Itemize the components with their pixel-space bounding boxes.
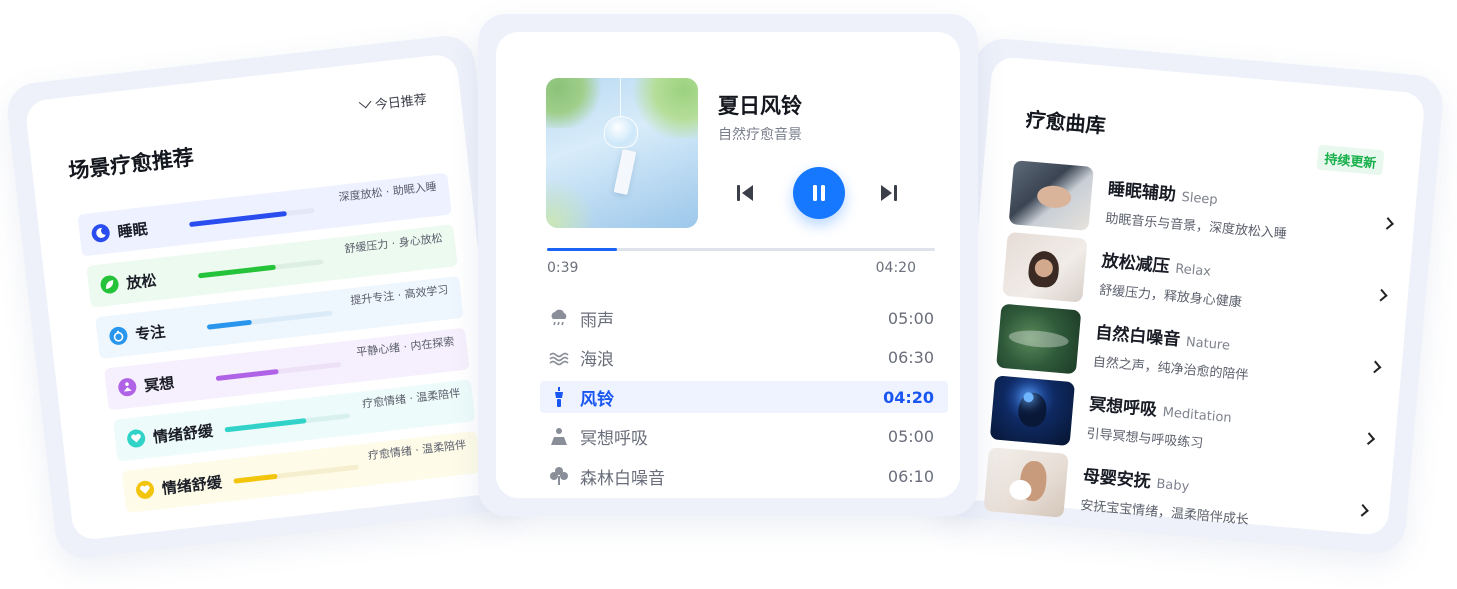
scene-label: 专注 xyxy=(134,322,167,344)
track-list: 雨声 05:00 海浪 06:30 风铃 04:20 冥想呼吸 05:00 森林白噪音 06:10 xyxy=(540,302,948,500)
album-cover xyxy=(546,78,698,228)
player-body: 夏日风铃 自然疗愈音景 0:39 04:20 雨声 05:00 海浪 06:30 风 xyxy=(496,32,960,498)
track-duration: 04:20 xyxy=(883,387,934,407)
scene-progress-fill xyxy=(197,264,277,279)
scene-description: 疗愈情绪 · 温柔陪伴 xyxy=(367,438,467,463)
scene-description: 平静心绪 · 内在探索 xyxy=(355,334,455,359)
today-filter-dropdown[interactable]: 今日推荐 xyxy=(358,88,428,114)
library-thumbnail xyxy=(983,447,1069,518)
library-thumbnail xyxy=(996,303,1082,375)
total-time: 04:20 xyxy=(875,260,916,276)
scene-description: 深度放松 · 助眠入睡 xyxy=(337,179,438,204)
music-player-card: 夏日风铃 自然疗愈音景 0:39 04:20 雨声 05:00 海浪 06:30 风 xyxy=(478,14,978,516)
scene-progress-fill xyxy=(215,368,279,382)
track-row[interactable]: 雨声 05:00 xyxy=(540,302,948,334)
waves-icon xyxy=(548,347,570,369)
library-item-english: Nature xyxy=(1185,334,1231,354)
scene-label: 情绪舒缓 xyxy=(160,472,223,498)
library-item-english: Meditation xyxy=(1162,405,1233,427)
rain-icon xyxy=(548,307,570,329)
scene-progress-fill xyxy=(189,210,288,228)
library-item-name: 冥想呼吸 xyxy=(1088,394,1158,421)
scene-progress-bar xyxy=(224,413,351,433)
scene-card-body: 场景疗愈推荐 今日推荐 睡眠 深度放松 · 助眠入睡放松 舒缓压力 · 身心放松专注… xyxy=(24,52,506,542)
library-item-english: Sleep xyxy=(1180,189,1219,209)
meditation-icon xyxy=(117,377,138,398)
track-row[interactable]: 海浪 06:30 xyxy=(540,342,948,374)
track-name: 雨声 xyxy=(580,310,614,331)
scene-label: 情绪舒缓 xyxy=(152,421,214,447)
meditation-icon xyxy=(548,426,570,448)
scene-progress-bar xyxy=(206,310,333,330)
song-title: 夏日风铃 xyxy=(718,94,802,118)
wind-chime-icon xyxy=(548,386,570,408)
track-name: 森林白噪音 xyxy=(580,468,665,489)
scene-progress-fill xyxy=(224,418,307,433)
track-duration: 06:30 xyxy=(887,348,934,367)
library-item-english: Relax xyxy=(1174,261,1212,280)
song-subtitle: 自然疗愈音景 xyxy=(718,127,802,143)
previous-button[interactable] xyxy=(732,180,758,206)
scene-progress-bar xyxy=(215,361,342,382)
pause-icon xyxy=(813,185,825,201)
current-time: 0:39 xyxy=(547,260,579,276)
library-thumbnail xyxy=(1008,160,1094,231)
scene-progress-bar xyxy=(197,259,324,279)
playback-progress-fill xyxy=(547,248,617,251)
library-item-name: 睡眠辅助 xyxy=(1107,179,1177,206)
track-row[interactable]: 冥想呼吸 05:00 xyxy=(540,421,948,453)
scene-description: 疗愈情绪 · 温柔陪伴 xyxy=(361,386,461,411)
chevron-down-icon xyxy=(358,95,372,109)
leaf-icon xyxy=(99,274,120,295)
track-duration: 05:00 xyxy=(887,308,934,328)
skip-previous-icon xyxy=(737,185,753,201)
heart-icon xyxy=(126,428,147,449)
scene-label: 放松 xyxy=(125,270,158,293)
library-item-name: 母婴安抚 xyxy=(1082,466,1152,493)
library-card-body: 疗愈曲库 持续更新 睡眠辅助 Sleep 助眠音乐与音景，深度放松入睡 放松减压 Rel… xyxy=(954,55,1426,537)
pause-button[interactable] xyxy=(793,167,845,219)
library-thumbnail xyxy=(989,375,1076,447)
track-name: 冥想呼吸 xyxy=(580,429,648,449)
track-duration: 05:00 xyxy=(887,427,934,446)
skip-next-icon xyxy=(881,185,897,201)
scene-label: 睡眠 xyxy=(116,219,149,241)
scene-list: 睡眠 深度放松 · 助眠入睡放松 舒缓压力 · 身心放松专注 提升专注 · 高效学习冥… xyxy=(77,172,482,525)
next-button[interactable] xyxy=(876,180,902,206)
track-row[interactable]: 风铃 04:20 xyxy=(540,381,948,413)
tree-icon xyxy=(548,465,570,487)
heart-icon xyxy=(135,479,156,500)
scene-recommendation-card: 场景疗愈推荐 今日推荐 睡眠 深度放松 · 助眠入睡放松 舒缓压力 · 身心放松专注… xyxy=(4,32,526,562)
update-badge: 持续更新 xyxy=(1316,144,1385,176)
library-list: 睡眠辅助 Sleep 助眠音乐与音景，深度放松入睡 放松减压 Relax 舒缓压力，释放身… xyxy=(983,156,1413,549)
library-item-english: Baby xyxy=(1155,476,1190,495)
moon-icon xyxy=(90,223,111,244)
scene-progress-bar xyxy=(189,207,315,228)
today-filter-label: 今日推荐 xyxy=(374,92,428,114)
scene-progress-bar xyxy=(233,464,360,484)
timer-icon xyxy=(108,325,129,346)
library-item-name: 放松减压 xyxy=(1100,251,1171,278)
track-name: 风铃 xyxy=(580,389,614,410)
track-row[interactable]: 森林白噪音 06:10 xyxy=(540,460,948,492)
library-title: 疗愈曲库 xyxy=(1024,107,1107,138)
library-thumbnail xyxy=(1002,231,1088,303)
scene-label: 冥想 xyxy=(143,373,176,395)
scene-description: 舒缓压力 · 身心放松 xyxy=(343,231,444,256)
scene-card-title: 场景疗愈推荐 xyxy=(67,145,196,184)
library-item-name: 自然白噪音 xyxy=(1094,322,1181,351)
track-name: 海浪 xyxy=(580,350,614,370)
track-duration: 06:10 xyxy=(887,466,934,486)
healing-library-card: 疗愈曲库 持续更新 睡眠辅助 Sleep 助眠音乐与音景，深度放松入睡 放松减压 Rel… xyxy=(934,36,1446,556)
scene-description: 提升专注 · 高效学习 xyxy=(349,283,450,308)
playback-progress-bar[interactable] xyxy=(547,248,935,251)
